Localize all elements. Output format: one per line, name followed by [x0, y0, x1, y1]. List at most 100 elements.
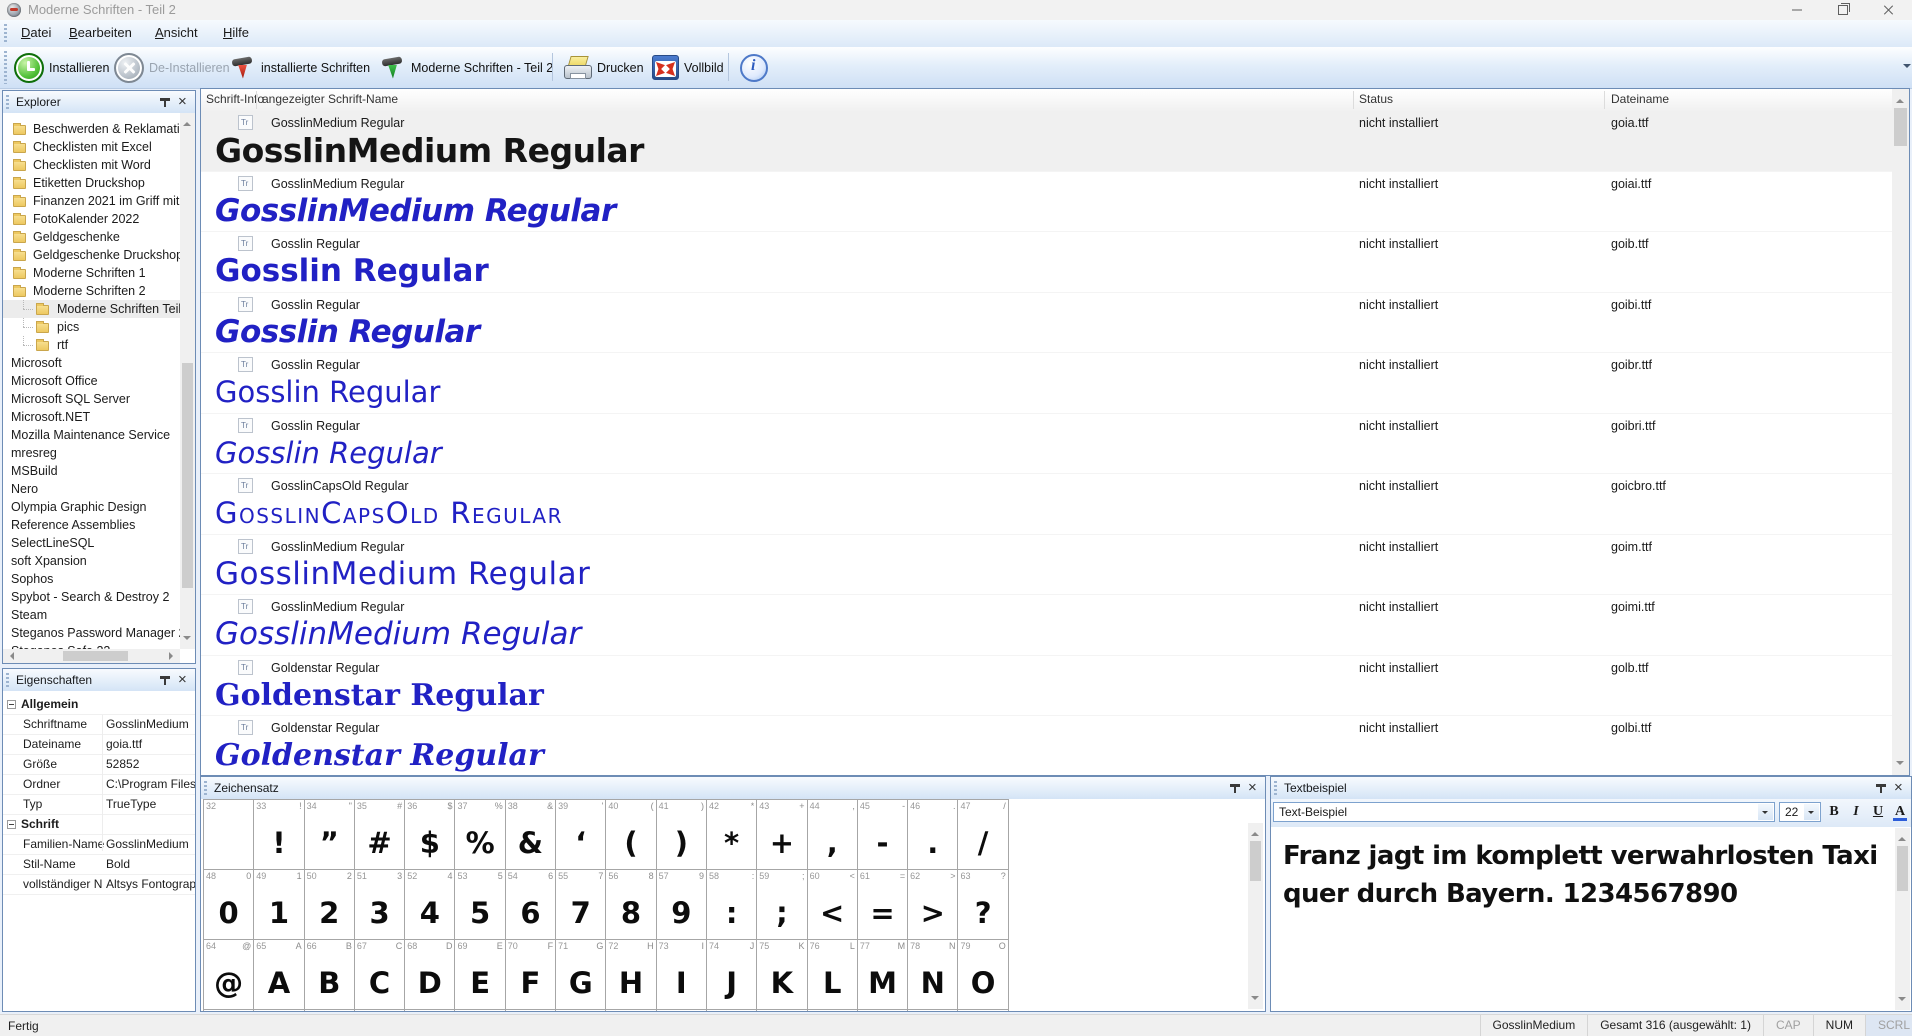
bold-button[interactable]: B: [1825, 802, 1843, 822]
charset-cell[interactable]: 58 : :: [707, 870, 757, 940]
explorer-tree-item[interactable]: Olympia Graphic Design: [3, 498, 180, 516]
font-row[interactable]: Gosslin Regular nicht installiert goibi.…: [201, 293, 1892, 354]
explorer-tree-item[interactable]: Steganos Password Manager 22: [3, 624, 180, 642]
explorer-tree-item[interactable]: Checklisten mit Excel: [3, 138, 180, 156]
italic-button[interactable]: I: [1847, 802, 1865, 822]
font-row[interactable]: GosslinMedium Regular nicht installiert …: [201, 535, 1892, 596]
property-row[interactable]: Typ TrueType: [3, 795, 195, 815]
toolbar-grip[interactable]: [4, 24, 7, 43]
property-row[interactable]: Dateiname goia.ttf: [3, 735, 195, 755]
menu-datei[interactable]: Datei: [12, 20, 60, 46]
explorer-tree-item[interactable]: soft Xpansion: [3, 552, 180, 570]
font-color-button[interactable]: A: [1891, 802, 1909, 822]
property-row[interactable]: Schriftname GosslinMedium: [3, 715, 195, 735]
charset-cell[interactable]: 84 T T: [405, 1010, 455, 1011]
column-separator[interactable]: [256, 91, 257, 109]
menu-hilfe[interactable]: Hilfe: [214, 20, 258, 46]
scroll-down-icon[interactable]: [1251, 996, 1259, 1004]
property-row[interactable]: vollständiger N Altsys Fontograph: [3, 875, 195, 895]
close-icon[interactable]: [1891, 781, 1906, 796]
scrollbar-thumb[interactable]: [1250, 841, 1261, 881]
column-dateiname[interactable]: Dateiname: [1611, 92, 1669, 106]
charset-cell[interactable]: 71 G G: [556, 940, 606, 1010]
charset-cell[interactable]: 76 L L: [808, 940, 858, 1010]
charset-cell[interactable]: 90 Z Z: [707, 1010, 757, 1011]
explorer-tree-item[interactable]: Geldgeschenke Druckshop 8.: [3, 246, 180, 264]
explorer-tree-item[interactable]: SelectLineSQL: [3, 534, 180, 552]
collapse-icon[interactable]: [7, 820, 16, 829]
property-row[interactable]: Schrift: [3, 815, 195, 835]
close-icon[interactable]: [1245, 781, 1260, 796]
explorer-tree-item[interactable]: Etiketten Druckshop: [3, 174, 180, 192]
scrollbar-thumb[interactable]: [63, 651, 128, 661]
charset-cell[interactable]: 54 6 6: [506, 870, 556, 940]
charset-cell[interactable]: 33 ! !: [254, 800, 304, 870]
column-separator[interactable]: [1353, 91, 1354, 109]
info-button[interactable]: [736, 51, 772, 84]
charset-cell[interactable]: 35 # #: [355, 800, 405, 870]
charset-cell[interactable]: 32: [204, 800, 254, 870]
close-icon[interactable]: [175, 673, 190, 688]
column-status[interactable]: Status: [1359, 92, 1393, 106]
print-button[interactable]: Drucken: [560, 51, 648, 84]
charset-cell[interactable]: 62 > >: [908, 870, 958, 940]
charset-cell[interactable]: 49 1 1: [254, 870, 304, 940]
scroll-right-icon[interactable]: [169, 652, 177, 660]
pin-icon[interactable]: [157, 673, 172, 688]
explorer-tree-item[interactable]: Sophos: [3, 570, 180, 588]
charset-cell[interactable]: 69 E E: [455, 940, 505, 1010]
charset-cell[interactable]: 70 F F: [506, 940, 556, 1010]
charset-cell[interactable]: 66 B B: [305, 940, 355, 1010]
explorer-tree-item[interactable]: Geldgeschenke: [3, 228, 180, 246]
font-row[interactable]: Gosslin Regular nicht installiert goib.t…: [201, 232, 1892, 293]
menu-bearbeiten[interactable]: Bearbeiten: [60, 20, 141, 46]
charset-cell[interactable]: 44 , ,: [808, 800, 858, 870]
sample-text-area[interactable]: Franz jagt im komplett verwahrlosten Tax…: [1271, 827, 1911, 1011]
charset-cell[interactable]: 52 4 4: [405, 870, 455, 940]
underline-button[interactable]: U: [1869, 802, 1887, 822]
explorer-tree-item[interactable]: Microsoft: [3, 354, 180, 372]
charset-cell[interactable]: 36 $ $: [405, 800, 455, 870]
charset-cell[interactable]: 60 < <: [808, 870, 858, 940]
scrollbar-thumb[interactable]: [182, 363, 193, 588]
font-row[interactable]: Goldenstar Regular nicht installiert gol…: [201, 656, 1892, 717]
toolbar-overflow-chevron[interactable]: [1901, 52, 1911, 82]
font-row[interactable]: GosslinCapsOld Regular nicht installiert…: [201, 474, 1892, 535]
chevron-down-icon[interactable]: [1804, 804, 1819, 820]
explorer-tree-item[interactable]: FotoKalender 2022: [3, 210, 180, 228]
column-separator[interactable]: [1604, 91, 1605, 109]
charset-cell[interactable]: 89 Y Y: [657, 1010, 707, 1011]
property-row[interactable]: Stil-Name Bold: [3, 855, 195, 875]
charset-cell[interactable]: 65 A A: [254, 940, 304, 1010]
minimize-button[interactable]: [1774, 0, 1820, 20]
scroll-down-icon[interactable]: [1896, 761, 1904, 769]
charset-cell[interactable]: 73 I I: [657, 940, 707, 1010]
explorer-tree-item[interactable]: Microsoft.NET: [3, 408, 180, 426]
list-vertical-scrollbar[interactable]: [1892, 89, 1909, 775]
scroll-down-icon[interactable]: [1898, 997, 1906, 1005]
install-button[interactable]: Installieren: [10, 51, 113, 84]
charset-cell[interactable]: 92 \ \: [808, 1010, 858, 1011]
font-row[interactable]: GosslinMedium Regular nicht installiert …: [201, 111, 1892, 172]
charset-cell[interactable]: 34 " ”: [305, 800, 355, 870]
explorer-vertical-scrollbar[interactable]: [180, 113, 195, 649]
charset-cell[interactable]: 61 = =: [858, 870, 908, 940]
charset-cell[interactable]: 86 V V: [506, 1010, 556, 1011]
explorer-tree-item[interactable]: Mozilla Maintenance Service: [3, 426, 180, 444]
explorer-tree-item[interactable]: Finanzen 2021 im Griff mit Ex: [3, 192, 180, 210]
property-row[interactable]: Familien-Name GosslinMedium: [3, 835, 195, 855]
charset-cell[interactable]: 95 _ _: [958, 1010, 1008, 1011]
charset-vertical-scrollbar[interactable]: [1248, 823, 1263, 1009]
charset-cell[interactable]: 75 K K: [757, 940, 807, 1010]
charset-cell[interactable]: 83 S S: [355, 1010, 405, 1011]
explorer-tree-item[interactable]: MSBuild: [3, 462, 180, 480]
close-button[interactable]: [1866, 0, 1912, 20]
pin-icon[interactable]: [1873, 781, 1888, 796]
charset-cell[interactable]: 45 - -: [858, 800, 908, 870]
charset-cell[interactable]: 41 ) ): [657, 800, 707, 870]
font-row[interactable]: GosslinMedium Regular nicht installiert …: [201, 172, 1892, 233]
installed-fonts-button[interactable]: installierte Schriften: [228, 51, 374, 84]
charset-cell[interactable]: 40 ( (: [606, 800, 656, 870]
explorer-tree-item[interactable]: Steam: [3, 606, 180, 624]
font-row[interactable]: Goldenstar Regular nicht installiert gol…: [201, 716, 1892, 775]
